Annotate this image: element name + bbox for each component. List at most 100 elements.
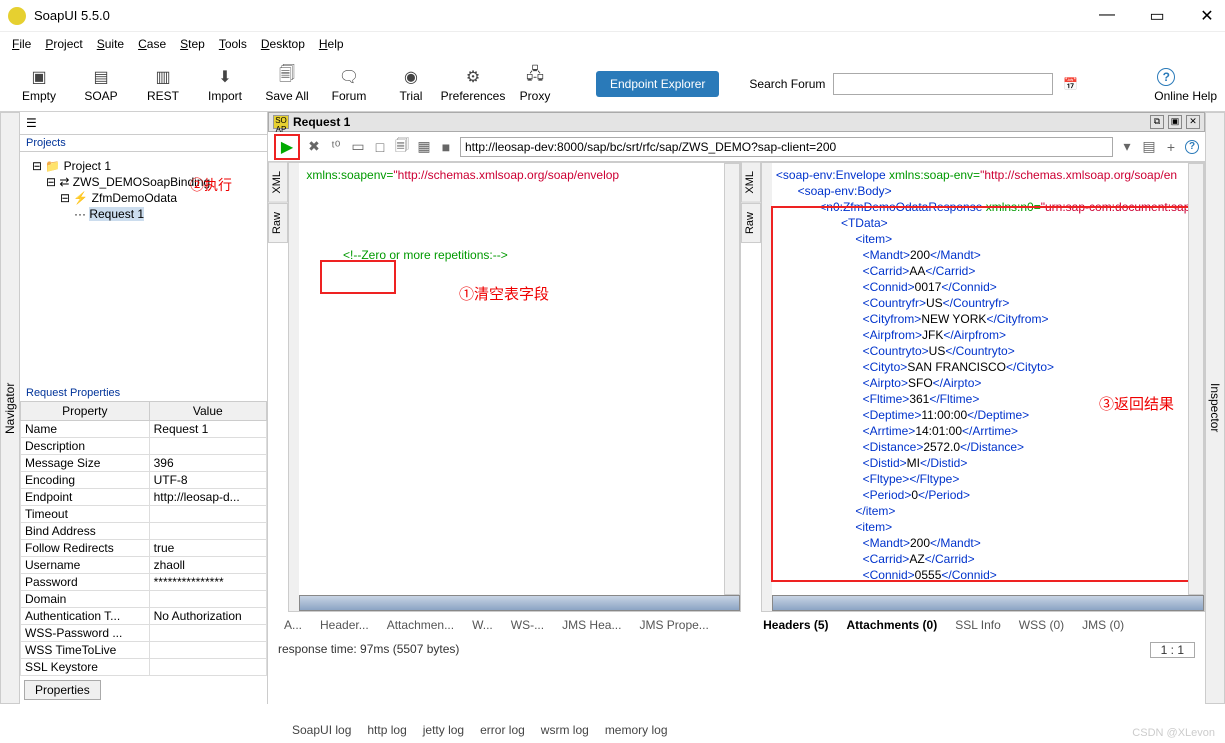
vscroll-resp[interactable] — [1188, 163, 1204, 595]
property-row[interactable]: SSL Keystore — [21, 659, 267, 676]
resp-tab[interactable]: SSL Info — [955, 618, 1001, 632]
minimize-button[interactable]: — — [1097, 6, 1117, 26]
toolbar-forum[interactable]: 🗨Forum — [318, 65, 380, 103]
search-forum-input[interactable] — [833, 73, 1053, 95]
log-tab[interactable]: error log — [480, 723, 525, 737]
empty-icon[interactable]: □ — [372, 139, 388, 155]
zoom-ratio[interactable]: 1 : 1 — [1150, 642, 1195, 658]
mock-icon[interactable]: ▭ — [350, 138, 366, 155]
resp-tab[interactable]: Headers (5) — [763, 618, 828, 632]
toolbar-soap[interactable]: ▤SOAP — [70, 65, 132, 103]
resp-tab[interactable]: WSS (0) — [1019, 618, 1064, 632]
app-logo-icon — [8, 7, 26, 25]
dropdown-icon[interactable]: ▾ — [1119, 138, 1135, 155]
property-row[interactable]: Authentication T...No Authorization — [21, 608, 267, 625]
menu-project[interactable]: Project — [45, 37, 82, 51]
log-tab[interactable]: http log — [367, 723, 406, 737]
document-titlebar: SOAP Request 1 ⧉ ▣ ✕ — [268, 112, 1205, 132]
request-toolbar: ▶ ✖ ᵗ⁰ ▭ □ 🗐 ▦ ■ ▾ ▤ + ? — [268, 132, 1205, 162]
menu-suite[interactable]: Suite — [97, 37, 124, 51]
stop2-icon[interactable]: ■ — [438, 139, 454, 155]
property-row[interactable]: Password*************** — [21, 574, 267, 591]
log-tab[interactable]: jetty log — [423, 723, 464, 737]
hscroll-resp[interactable] — [772, 595, 1204, 611]
property-row[interactable]: Endpointhttp://leosap-d... — [21, 489, 267, 506]
resp-tab[interactable]: JMS (0) — [1082, 618, 1124, 632]
menu-desktop[interactable]: Desktop — [261, 37, 305, 51]
filter-icon[interactable]: ▤ — [1141, 138, 1157, 155]
req-tab[interactable]: Attachmen... — [387, 618, 454, 632]
date-icon[interactable]: 📅 — [1063, 77, 1078, 91]
toolbar-preferences[interactable]: ⚙Preferences — [442, 65, 504, 103]
toolbar-rest[interactable]: ▥REST — [132, 65, 194, 103]
endpoint-explorer-button[interactable]: Endpoint Explorer — [596, 71, 719, 97]
property-row[interactable]: NameRequest 1 — [21, 421, 267, 438]
toolbar-empty[interactable]: ▣Empty — [8, 65, 70, 103]
menu-tools[interactable]: Tools — [219, 37, 247, 51]
properties-button[interactable]: Properties — [24, 680, 101, 700]
log-tab[interactable]: SoapUI log — [292, 723, 351, 737]
request-xml-pane[interactable]: xmlns:soapenv="http://schemas.xmlsoap.or… — [288, 162, 741, 612]
toolbar-trial[interactable]: ◉Trial — [380, 65, 442, 103]
property-row[interactable]: EncodingUTF-8 — [21, 472, 267, 489]
menu-file[interactable]: File — [12, 37, 31, 51]
request-raw-tab[interactable]: Raw — [268, 203, 288, 243]
property-row[interactable]: WSS TimeToLive — [21, 642, 267, 659]
tree-project: ⊟ 📁 Project 1 — [32, 158, 263, 174]
response-xml-pane[interactable]: <soap-env:Envelope xmlns:soap-env="http:… — [761, 162, 1205, 612]
inspector-tab[interactable]: Inspector — [1205, 112, 1225, 704]
navigator-tab[interactable]: Navigator — [0, 112, 20, 704]
help-icon[interactable]: ? — [1185, 140, 1199, 154]
property-row[interactable]: Domain — [21, 591, 267, 608]
property-row[interactable]: Follow Redirectstrue — [21, 540, 267, 557]
annotation-clear-fields: ①清空表字段 — [459, 283, 549, 304]
property-row[interactable]: Usernamezhaoll — [21, 557, 267, 574]
req-tab[interactable]: JMS Hea... — [562, 618, 621, 632]
property-row[interactable]: WSS-Password ... — [21, 625, 267, 642]
stop-icon[interactable]: ✖ — [306, 138, 322, 155]
doc-max-icon[interactable]: ▣ — [1168, 115, 1182, 129]
request-xml-tab[interactable]: XML — [268, 162, 288, 203]
add-assertion-icon[interactable]: ᵗ⁰ — [328, 138, 344, 155]
projects-header: Projects — [20, 135, 267, 152]
log-tab[interactable]: wsrm log — [541, 723, 589, 737]
req-tab[interactable]: W... — [472, 618, 493, 632]
doc-restore-icon[interactable]: ⧉ — [1150, 115, 1164, 129]
toolbar-import[interactable]: ⬇Import — [194, 65, 256, 103]
req-tab[interactable]: JMS Prope... — [639, 618, 708, 632]
property-row[interactable]: Bind Address — [21, 523, 267, 540]
log-tabs[interactable]: SoapUI log http log jetty log error log wsrm… — [280, 717, 680, 743]
add-icon[interactable]: + — [1163, 139, 1179, 155]
property-row[interactable]: Timeout — [21, 506, 267, 523]
req-tab[interactable]: A... — [284, 618, 302, 632]
watermark: CSDN @XLevon — [1132, 727, 1215, 739]
toolbar-proxy[interactable]: 🖧Proxy — [504, 65, 566, 103]
toolbar-save-all[interactable]: 🗐Save All — [256, 65, 318, 103]
properties-table[interactable]: PropertyValue NameRequest 1DescriptionMe… — [20, 401, 267, 676]
property-row[interactable]: Description — [21, 438, 267, 455]
online-help-button[interactable]: ? Online Help — [1154, 65, 1217, 103]
resp-tab[interactable]: Attachments (0) — [847, 618, 938, 632]
req-tab[interactable]: WS-... — [511, 618, 544, 632]
hscroll-req[interactable] — [299, 595, 740, 611]
close-button[interactable]: ✕ — [1197, 6, 1217, 26]
req-tab[interactable]: Header... — [320, 618, 369, 632]
raw-icon[interactable]: ▦ — [416, 138, 432, 155]
vscroll-req[interactable] — [724, 163, 740, 595]
log-tab[interactable]: memory log — [605, 723, 668, 737]
doc-close-icon[interactable]: ✕ — [1186, 115, 1200, 129]
endpoint-url-input[interactable] — [460, 137, 1113, 157]
request-bottom-tabs[interactable]: A... Header... Attachmen... W... WS-... JMS H… — [268, 612, 747, 638]
property-row[interactable]: Message Size396 — [21, 455, 267, 472]
maximize-button[interactable]: ▭ — [1147, 6, 1167, 26]
menu-case[interactable]: Case — [138, 37, 166, 51]
create-icon[interactable]: 🗐 — [394, 135, 410, 159]
response-bottom-tabs[interactable]: Headers (5) Attachments (0) SSL Info WSS (0… — [747, 612, 1205, 638]
menu-bar: File Project Suite Case Step Tools Desktop Help — [0, 32, 1225, 56]
request-properties-header: Request Properties — [20, 385, 267, 401]
menu-help[interactable]: Help — [319, 37, 344, 51]
run-button[interactable]: ▶ — [274, 134, 300, 160]
response-xml-tab[interactable]: XML — [741, 162, 761, 203]
menu-step[interactable]: Step — [180, 37, 205, 51]
response-raw-tab[interactable]: Raw — [741, 203, 761, 243]
